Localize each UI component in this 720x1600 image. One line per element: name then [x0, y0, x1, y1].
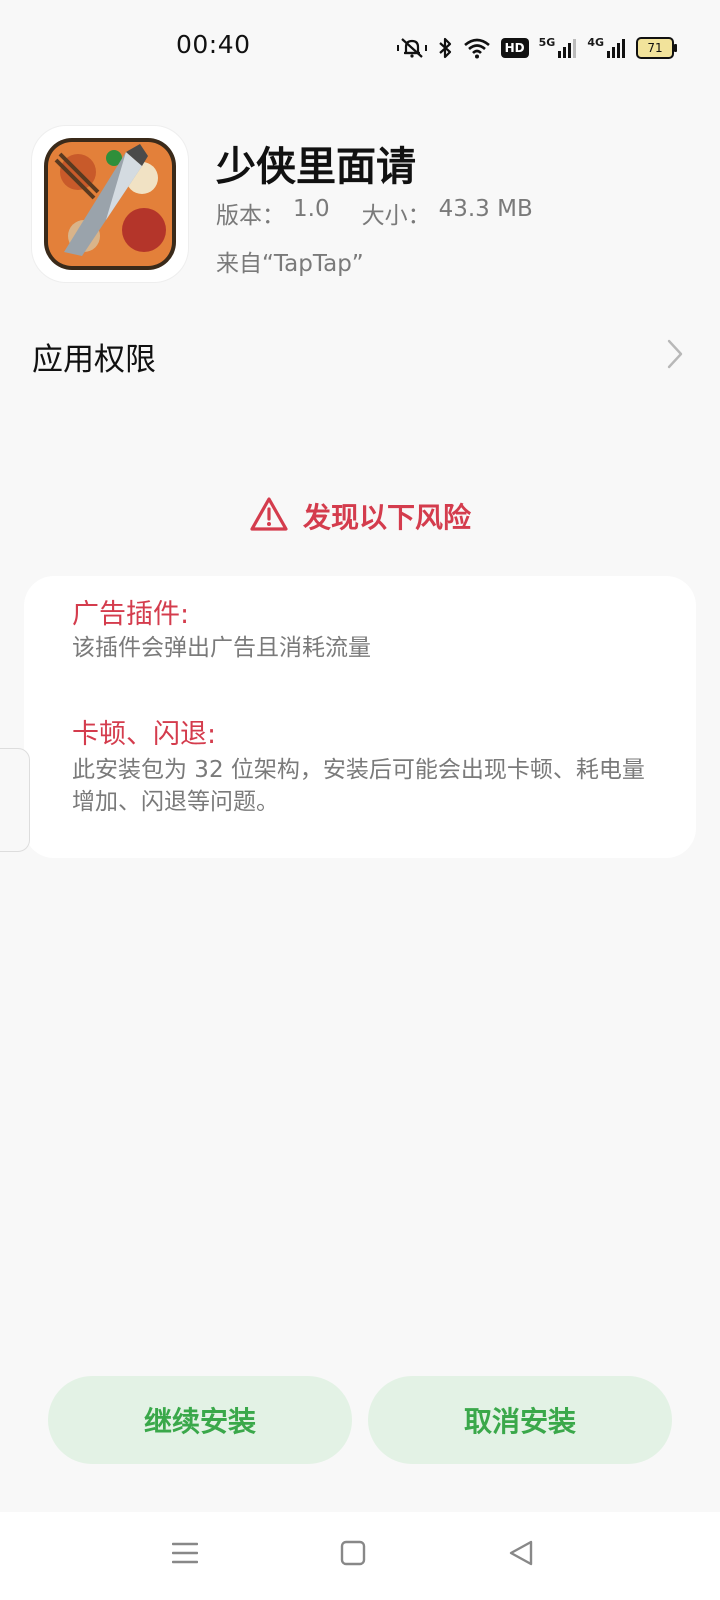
signal-icon: [606, 37, 626, 59]
network-4g-label: 4G: [587, 35, 604, 49]
hd-badge: HD: [500, 38, 529, 58]
risk-card: 广告插件: 该插件会弹出广告且消耗流量 卡顿、闪退: 此安装包为 32 位架构，…: [24, 576, 696, 858]
permissions-label: 应用权限: [32, 342, 156, 378]
navigation-bar: [0, 1512, 720, 1600]
app-source: 来自“TapTap”: [216, 251, 364, 277]
status-time: 00:40: [176, 30, 251, 59]
continue-install-button[interactable]: 继续安装: [48, 1376, 352, 1464]
warning-triangle-icon: [249, 496, 289, 536]
status-bar: 00:40 HD 5G 4G 71: [0, 0, 720, 96]
status-icons: HD 5G 4G 71: [396, 34, 677, 62]
signal-icon: [557, 37, 577, 59]
menu-icon[interactable]: [171, 1540, 199, 1570]
app-name: 少侠里面请: [216, 144, 416, 190]
risk-item-title: 广告插件:: [72, 599, 190, 630]
risk-item-desc: 此安装包为 32 位架构，安装后可能会出现卡顿、耗电量增加、闪退等问题。: [72, 757, 645, 815]
wifi-icon: [463, 37, 491, 59]
size-value: 43.3 MB: [438, 196, 533, 222]
battery-icon: 71: [636, 37, 677, 59]
app-meta: 版本： 1.0 大小： 43.3 MB: [216, 196, 533, 230]
app-icon-art: [44, 138, 176, 270]
risk-title: 发现以下风险: [302, 501, 471, 534]
chevron-right-icon: [666, 338, 684, 374]
battery-level: 71: [647, 41, 663, 55]
back-icon[interactable]: [508, 1540, 534, 1570]
app-icon: [32, 126, 188, 282]
risk-header: 发现以下风险: [0, 496, 720, 536]
home-icon[interactable]: [340, 1540, 366, 1570]
cancel-install-button[interactable]: 取消安装: [368, 1376, 672, 1464]
network-5g-label: 5G: [538, 35, 556, 49]
permissions-row[interactable]: 应用权限: [0, 320, 720, 392]
bluetooth-icon: [437, 36, 453, 60]
version-label: 版本：: [216, 203, 285, 229]
meta-spacer: [338, 196, 354, 230]
edge-panel-handle[interactable]: [0, 748, 30, 852]
version-value: 1.0: [293, 196, 330, 222]
risk-item-desc: 该插件会弹出广告且消耗流量: [72, 635, 371, 661]
size-label: 大小：: [361, 203, 431, 229]
mute-vibrate-icon: [396, 36, 427, 60]
risk-item-title: 卡顿、闪退:: [72, 719, 217, 750]
